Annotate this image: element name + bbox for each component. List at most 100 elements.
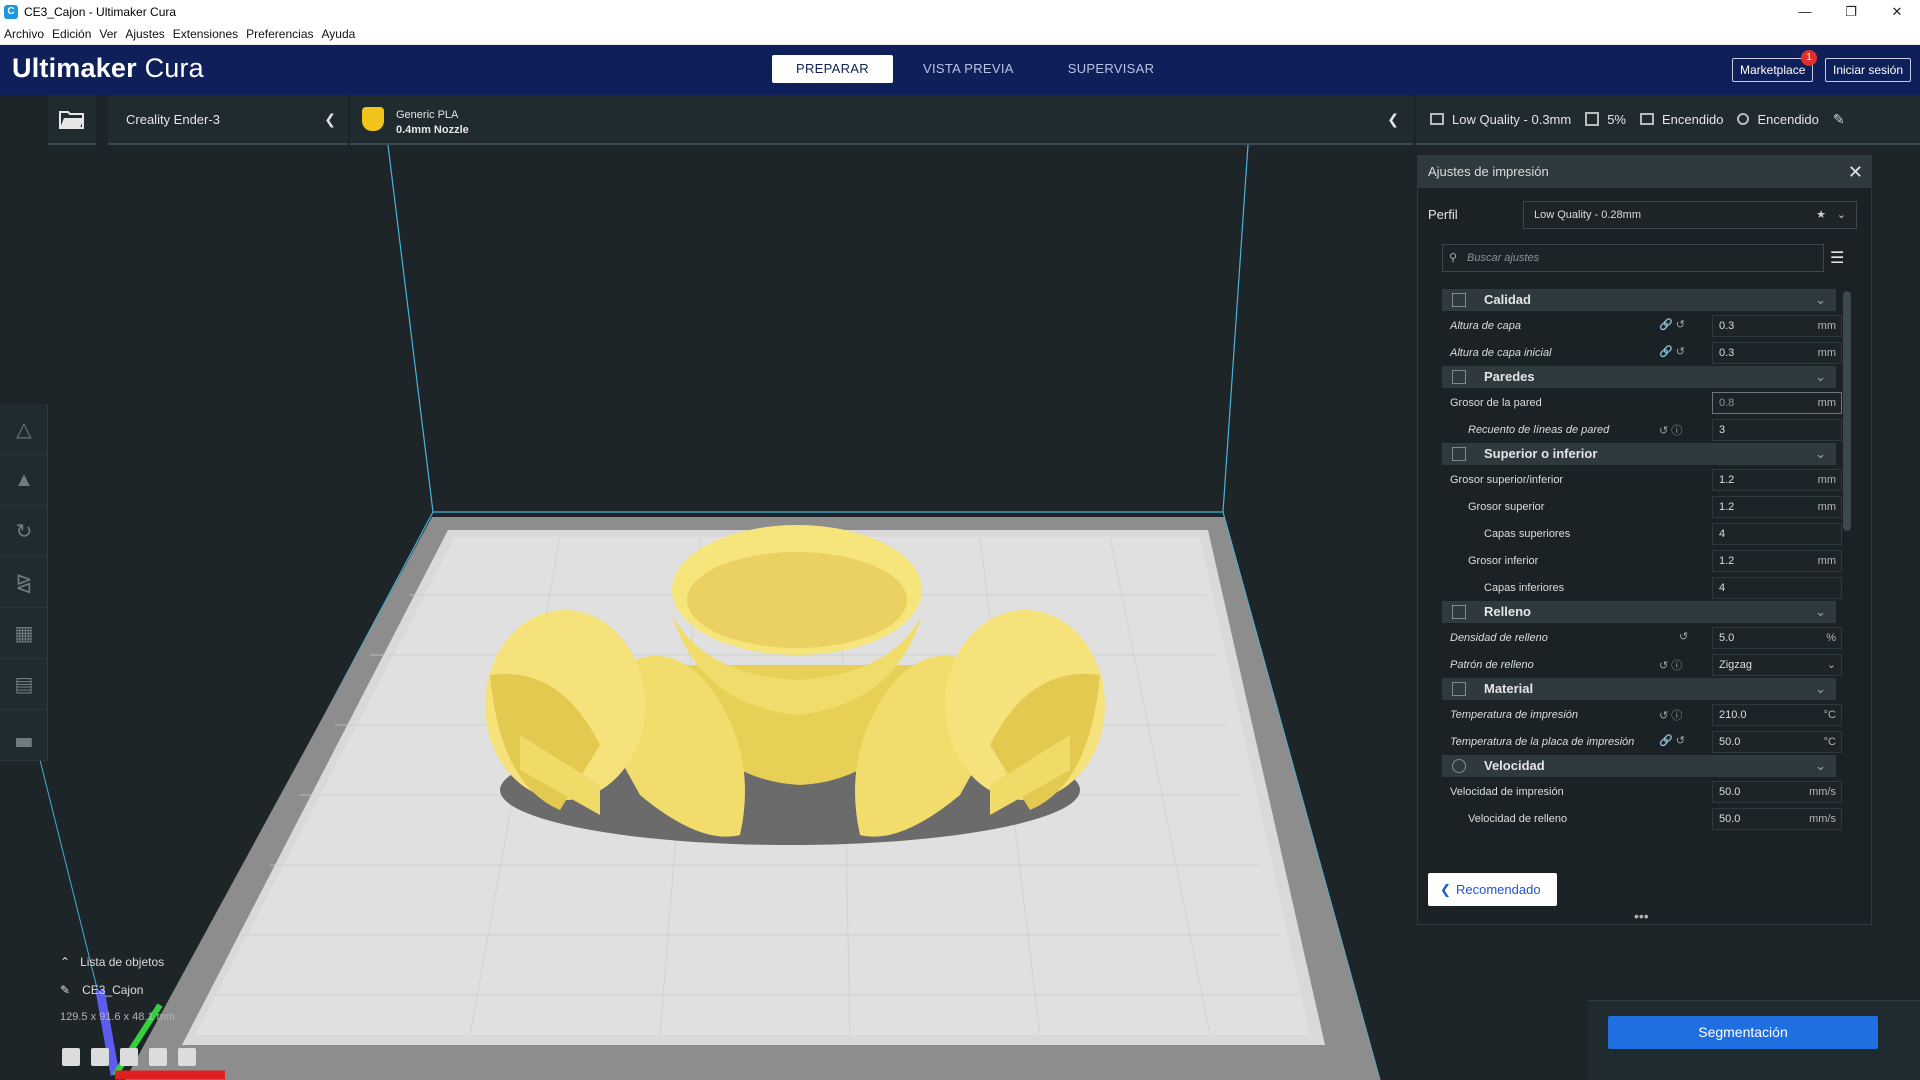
setting-input[interactable]: 0.8 mm [1712,392,1842,414]
setting-dropdown[interactable]: Zigzag ⌄ [1712,654,1842,676]
category-calidad[interactable]: Calidad ⌄ [1442,289,1836,311]
open-file-button[interactable] [48,95,96,145]
reset-info-icons[interactable]: ↺ ⓘ [1659,657,1682,673]
view-right-icon[interactable] [178,1048,196,1066]
setting-unit: mm [1817,397,1836,409]
stage-tabs: PREPARAR VISTA PREVIA SUPERVISAR [772,55,1184,83]
infill-summary: 5% [1607,111,1626,127]
view-front-icon[interactable] [91,1048,109,1066]
slice-button[interactable]: Segmentación [1608,1016,1878,1049]
chevron-down-icon: ⌄ [1815,446,1826,461]
setting-value: 50.0 [1719,813,1741,825]
link-reset-icons[interactable]: 🔗 ↺ [1659,318,1685,331]
rotate-tool-icon[interactable]: ↻ [0,506,48,557]
settings-search-input[interactable]: ⚲ Buscar ajustes [1442,244,1824,272]
category-relleno[interactable]: Relleno ⌄ [1442,601,1836,623]
setting-input[interactable]: 1.2 mm [1712,469,1842,491]
menu-archivo[interactable]: Archivo [0,27,48,41]
minimize-icon[interactable]: — [1782,0,1828,23]
view-3d-icon[interactable] [62,1048,80,1066]
link-reset-icons[interactable]: 🔗 ↺ [1659,345,1685,358]
settings-visibility-menu-icon[interactable]: ☰ [1830,248,1844,268]
setting-value: 4 [1719,582,1726,594]
settings-scrollbar[interactable] [1843,291,1851,531]
reset-info-icons[interactable]: ↺ ⓘ [1659,707,1682,723]
per-model-settings-icon[interactable]: ▦ [0,608,48,659]
menu-preferencias[interactable]: Preferencias [242,27,317,41]
chevron-down-icon: ⌄ [1815,292,1826,307]
setting-input[interactable]: 50.0 mm/s [1712,808,1842,830]
print-settings-panel: Ajustes de impresión ✕ Perfil Low Qualit… [1417,155,1872,925]
chevron-down-icon: ⌄ [1826,659,1836,671]
setting-input[interactable]: 4 [1712,577,1842,599]
category-paredes[interactable]: Paredes ⌄ [1442,366,1836,388]
setting-input[interactable]: 50.0 °C [1712,731,1842,753]
printer-name: Creality Ender-3 [126,111,220,127]
setting-row: Grosor de la pared 0.8 mm [1442,389,1842,416]
object-list-toggle[interactable]: ⌃ Lista de objetos [60,955,175,969]
setting-input[interactable]: 1.2 mm [1712,496,1842,518]
menu-extensiones[interactable]: Extensiones [169,27,242,41]
setting-row: Grosor superior/inferior 1.2 mm [1442,466,1842,493]
category-superior-inferior[interactable]: Superior o inferior ⌄ [1442,443,1836,465]
adhesion-icon [1737,113,1750,125]
move-tool-icon[interactable]: △ [0,404,48,455]
tab-vista-previa[interactable]: VISTA PREVIA [899,55,1038,83]
setting-label: Temperatura de impresión [1450,709,1578,721]
view-top-icon[interactable] [120,1048,138,1066]
view-left-icon[interactable] [149,1048,167,1066]
close-panel-icon[interactable]: ✕ [1848,156,1863,188]
setting-value: 0.3 [1719,347,1735,359]
chevron-down-icon: ⌄ [1815,758,1826,773]
setting-input[interactable]: 4 [1712,523,1842,545]
setting-row: Grosor superior 1.2 mm [1442,493,1842,520]
menu-ver[interactable]: Ver [95,27,121,41]
category-velocidad[interactable]: Velocidad ⌄ [1442,755,1836,777]
setting-input[interactable]: 1.2 mm [1712,550,1842,572]
quality-icon [1430,113,1444,125]
setting-input[interactable]: 0.3 mm [1712,315,1842,337]
window-titlebar: C CE3_Cajon - Ultimaker Cura — ❐ ✕ [0,0,1920,23]
category-material[interactable]: Material ⌄ [1442,678,1836,700]
search-placeholder: Buscar ajustes [1467,252,1540,264]
link-reset-icons[interactable]: 🔗 ↺ [1659,734,1685,747]
3d-viewport[interactable] [0,144,1416,1080]
material-name: Generic PLA [396,109,459,121]
print-settings-summary[interactable]: Low Quality - 0.3mm 5% Encendido Encendi… [1416,95,1920,145]
star-icon[interactable]: ★ [1816,202,1826,228]
recommended-button[interactable]: ❮ Recomendado [1428,873,1557,906]
mirror-tool-icon[interactable]: ⧎ [0,557,48,608]
signin-button[interactable]: Iniciar sesión [1825,58,1912,82]
object-list-item[interactable]: ✎ CE3_Cajon [60,983,175,997]
lay-flat-icon[interactable]: ▃ [0,710,48,761]
resize-handle-icon[interactable]: ••• [1634,908,1649,924]
restore-icon[interactable]: ❐ [1828,0,1874,23]
reset-icon[interactable]: ↺ [1679,630,1688,643]
tab-preparar[interactable]: PREPARAR [772,55,893,83]
tab-supervisar[interactable]: SUPERVISAR [1044,55,1179,83]
menu-edicion[interactable]: Edición [48,27,95,41]
material-selector[interactable]: Generic PLA 0.4mm Nozzle ❮ [350,95,1413,145]
scale-tool-icon[interactable]: ▲ [0,455,48,506]
support-blocker-icon[interactable]: ▤ [0,659,48,710]
menu-ayuda[interactable]: Ayuda [318,27,360,41]
profile-dropdown[interactable]: Low Quality - 0.28mm ★ ⌄ [1523,201,1857,229]
camera-view-buttons [62,1048,207,1066]
setting-input[interactable]: 210.0 °C [1712,704,1842,726]
logo-rest: Cura [144,53,204,83]
setting-label: Altura de capa inicial [1450,347,1552,359]
setting-label: Densidad de relleno [1450,632,1548,644]
setting-row: Densidad de relleno ↺ 5.0% [1442,624,1842,651]
setting-input[interactable]: 5.0% [1712,627,1842,649]
setting-value: 50.0 [1719,786,1741,798]
category-label: Relleno [1484,604,1531,619]
setting-input[interactable]: 0.3 mm [1712,342,1842,364]
window-title: CE3_Cajon - Ultimaker Cura [24,4,177,19]
setting-input[interactable]: 50.0 mm/s [1712,781,1842,803]
panel-title: Ajustes de impresión [1428,164,1549,179]
printer-selector[interactable]: Creality Ender-3 ❮ [108,95,348,145]
menu-ajustes[interactable]: Ajustes [121,27,168,41]
close-window-icon[interactable]: ✕ [1874,0,1920,23]
reset-info-icons[interactable]: ↺ ⓘ [1659,422,1682,438]
setting-input[interactable]: 3 [1712,419,1842,441]
